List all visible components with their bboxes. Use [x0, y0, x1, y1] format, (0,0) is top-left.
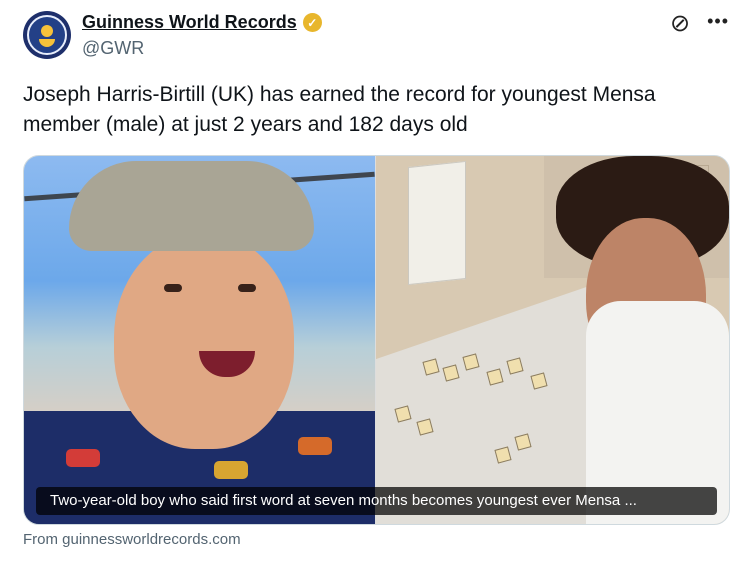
boy-smiling-photo [24, 156, 375, 524]
account-name-row: Guinness World Records ✓ [82, 12, 322, 33]
verified-badge-icon: ✓ [302, 13, 322, 32]
right-eye [238, 284, 256, 292]
link-card-media[interactable]: Two-year-old boy who said first word at … [23, 155, 730, 525]
source-link[interactable]: From guinnessworldrecords.com [23, 531, 241, 548]
grok-icon[interactable]: ⊘ [670, 12, 690, 36]
gwr-logo-icon [27, 15, 67, 55]
tractor-pattern [66, 449, 100, 467]
tractor-pattern [298, 437, 332, 455]
tractor-pattern [214, 461, 248, 479]
left-eye [164, 284, 182, 292]
account-handle[interactable]: @GWR [82, 38, 144, 59]
letter-tiles-photo [376, 156, 729, 524]
account-name[interactable]: Guinness World Records [82, 12, 297, 33]
account-avatar[interactable] [23, 11, 71, 59]
media-caption-bar: Two-year-old boy who said first word at … [36, 487, 717, 515]
boy-face [114, 234, 294, 449]
post-actions: ⊘ ••• [670, 11, 729, 36]
media-caption[interactable]: Two-year-old boy who said first word at … [50, 492, 710, 510]
certificate-card [408, 160, 466, 286]
more-options-icon[interactable]: ••• [707, 11, 729, 32]
cap [69, 161, 314, 251]
post-text: Joseph Harris-Birtill (UK) has earned th… [23, 83, 656, 136]
